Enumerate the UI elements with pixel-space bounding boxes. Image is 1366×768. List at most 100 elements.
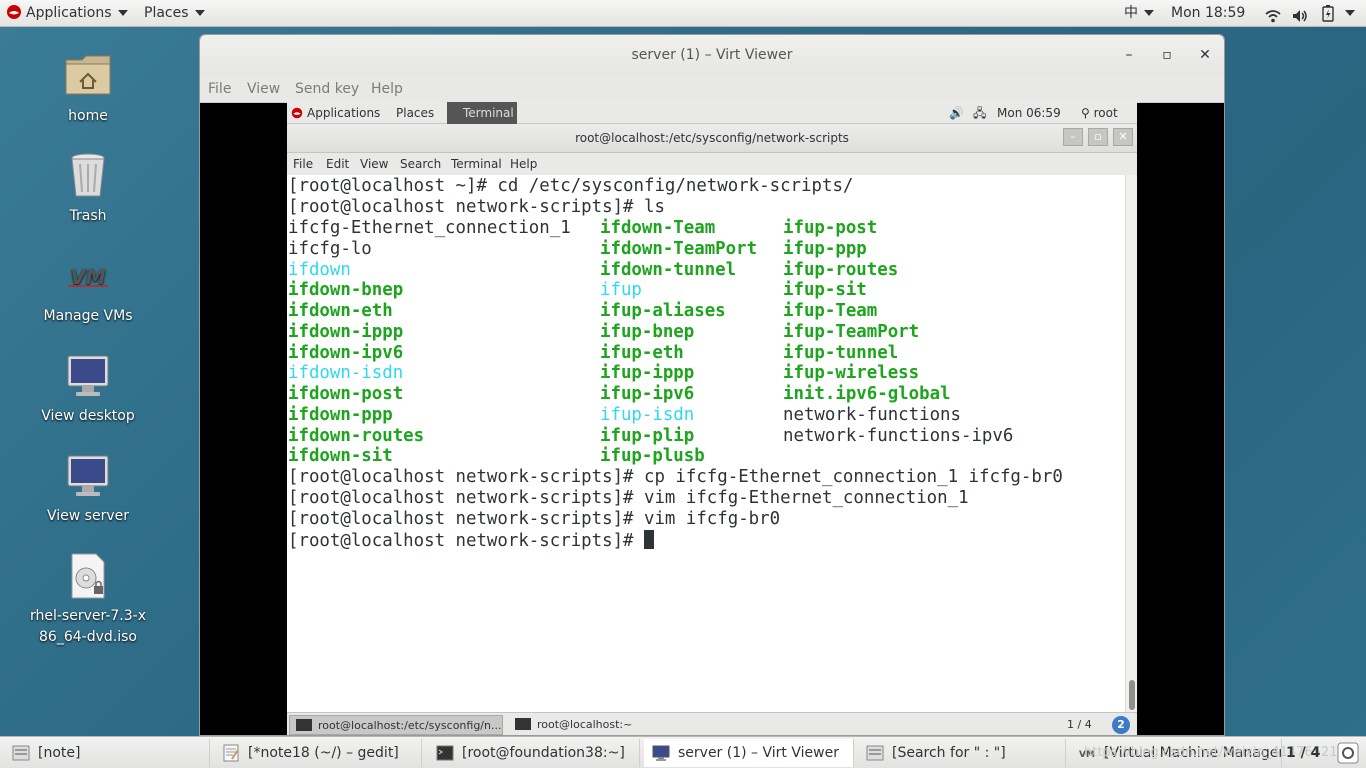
- taskbar-item-virt-viewer[interactable]: server (1) – Virt Viewer: [644, 739, 854, 767]
- terminal-output[interactable]: [root@localhost ~]# cd /etc/sysconfig/ne…: [287, 175, 1125, 712]
- virt-viewer-titlebar[interactable]: server (1) – Virt Viewer – ▫ ✕: [200, 35, 1224, 75]
- trash-icon: [64, 152, 112, 200]
- ls-entry: ifup-ppp: [783, 238, 867, 259]
- ls-entry: ifup-wireless: [783, 363, 920, 384]
- guest-clock[interactable]: Mon 06:59: [997, 102, 1061, 124]
- ls-entry: ifdown-Team: [600, 218, 716, 238]
- monitor-icon: [64, 452, 112, 500]
- places-menu[interactable]: Places: [144, 0, 205, 27]
- redhat-logo-icon: [291, 107, 303, 119]
- desktop-icon-label: Trash: [69, 208, 107, 224]
- guest-task-label: root@localhost:/etc/sysconfig/n...: [318, 719, 502, 732]
- terminal-close-button[interactable]: ✕: [1113, 128, 1133, 146]
- terminal-menu-terminal[interactable]: Terminal: [451, 153, 502, 175]
- minimize-button[interactable]: –: [1118, 44, 1140, 66]
- virt-viewer-window: server (1) – Virt Viewer – ▫ ✕ File View…: [199, 34, 1225, 736]
- ls-entry: ifdown-ppp: [288, 404, 393, 425]
- desktop-icon-view-desktop[interactable]: View desktop: [28, 352, 148, 427]
- menu-send-key[interactable]: Send key: [295, 75, 359, 103]
- guest-task-terminal-2[interactable]: root@localhost:~: [509, 715, 723, 735]
- ls-entry: ifdown: [288, 259, 351, 280]
- ls-entry: init.ipv6-global: [783, 384, 951, 404]
- maximize-button[interactable]: ▫: [1156, 44, 1178, 66]
- guest-volume-icon[interactable]: 🔊: [949, 102, 964, 124]
- home-folder-icon: [64, 52, 112, 100]
- host-clock[interactable]: Mon 18:59: [1171, 0, 1245, 27]
- ls-entry: ifdown-routes: [288, 425, 425, 446]
- input-method-indicator[interactable]: 中: [1124, 0, 1154, 27]
- guest-task-terminal-1[interactable]: root@localhost:/etc/sysconfig/n...: [289, 715, 503, 735]
- taskbar-item-terminal[interactable]: [root@foundation38:~]: [428, 739, 640, 767]
- taskbar-item-note[interactable]: [note]: [4, 739, 210, 767]
- applications-label: Applications: [26, 5, 112, 21]
- notification-icon[interactable]: [1336, 741, 1360, 765]
- taskbar-item-search[interactable]: [Search for " : "]: [858, 739, 1066, 767]
- ls-entry: ifup-isdn: [600, 404, 695, 425]
- guest-workspace-pager[interactable]: 1 / 4: [1067, 715, 1107, 735]
- desktop-icon-label: Manage VMs: [43, 308, 133, 324]
- guest-notification-badge[interactable]: 2: [1112, 716, 1130, 734]
- terminal-scrollbar[interactable]: [1125, 175, 1137, 712]
- terminal-line: [root@localhost network-scripts]# vim if…: [288, 488, 969, 508]
- taskbar-item-label: [root@foundation38:~]: [462, 745, 625, 761]
- scrollbar-thumb[interactable]: [1129, 680, 1135, 710]
- guest-user-label: root: [1093, 106, 1118, 120]
- terminal-line: [root@localhost network-scripts]# ls: [288, 197, 665, 217]
- ls-entry: ifup-aliases: [600, 301, 726, 321]
- window-title: server (1) – Virt Viewer: [631, 47, 793, 63]
- ls-entry: ifup-plusb: [600, 446, 705, 467]
- guest-places-menu[interactable]: Places: [396, 102, 434, 124]
- terminal-menu-edit[interactable]: Edit: [326, 153, 349, 175]
- terminal-menu-file[interactable]: File: [293, 153, 313, 175]
- ls-entry: ifup-ippp: [600, 363, 695, 384]
- terminal-titlebar[interactable]: root@localhost:/etc/sysconfig/network-sc…: [287, 124, 1137, 153]
- text-editor-icon: [222, 744, 240, 762]
- ls-entry: ifup: [600, 280, 642, 301]
- wifi-icon[interactable]: [1265, 6, 1281, 23]
- chevron-down-icon: [1345, 10, 1355, 16]
- guest-terminal-tab[interactable]: Terminal: [447, 102, 517, 124]
- ls-entry: ifup-Team: [783, 301, 878, 321]
- host-workspace-pager[interactable]: 1 / 4: [1286, 739, 1326, 767]
- terminal-menu-search[interactable]: Search: [400, 153, 441, 175]
- taskbar-item-gedit[interactable]: [*note18 (~/) – gedit]: [214, 739, 422, 767]
- host-taskbar: [note] [*note18 (~/) – gedit] [root@foun…: [0, 736, 1366, 768]
- desktop-icon-label: home: [68, 108, 108, 124]
- terminal-menu-help[interactable]: Help: [510, 153, 537, 175]
- guest-taskbar: root@localhost:/etc/sysconfig/n... root@…: [287, 712, 1137, 735]
- chevron-down-icon: [194, 10, 205, 16]
- terminal-minimize-button[interactable]: –: [1063, 128, 1083, 146]
- terminal-icon: [515, 718, 531, 730]
- desktop-icon-home[interactable]: home: [28, 52, 148, 127]
- terminal-maximize-button[interactable]: ▫: [1088, 128, 1108, 146]
- applications-menu[interactable]: Applications: [6, 0, 128, 27]
- ls-entry: ifdown-bnep: [288, 280, 404, 301]
- terminal-menu-view[interactable]: View: [360, 153, 388, 175]
- desktop-icon-trash[interactable]: Trash: [28, 152, 148, 227]
- volume-icon[interactable]: [1292, 6, 1308, 22]
- guest-display[interactable]: Applications Places Terminal 🔊 🖧 Mon 06:…: [287, 102, 1137, 735]
- guest-applications-label: Applications: [307, 106, 381, 120]
- ls-entry: ifup-post: [783, 218, 878, 238]
- desktop-icon-view-server[interactable]: View server: [28, 452, 148, 527]
- guest-user-menu[interactable]: ⚲ root: [1081, 102, 1118, 124]
- ls-entry: ifdown-ipv6: [288, 342, 404, 363]
- terminal-line: [root@localhost ~]# cd /etc/sysconfig/ne…: [288, 176, 854, 196]
- menu-view[interactable]: View: [247, 75, 280, 103]
- ls-entry: ifup-TeamPort: [783, 321, 920, 342]
- menu-file[interactable]: File: [208, 75, 231, 103]
- desktop-icon-manage-vms[interactable]: VM Manage VMs: [28, 252, 148, 327]
- guest-network-icon[interactable]: 🖧: [973, 102, 986, 124]
- chevron-down-icon: [1144, 10, 1154, 16]
- battery-icon[interactable]: [1322, 5, 1334, 23]
- menu-help[interactable]: Help: [371, 75, 403, 103]
- close-button[interactable]: ✕: [1194, 44, 1216, 66]
- desktop-icon-label: View server: [47, 508, 129, 524]
- ls-entry: ifup-tunnel: [783, 342, 899, 363]
- guest-applications-menu[interactable]: Applications: [291, 102, 380, 124]
- system-menu-chevron[interactable]: [1345, 0, 1355, 27]
- desktop-icon-iso[interactable]: rhel-server-7.3-x86_64-dvd.iso: [28, 552, 148, 648]
- ls-entry: ifup-bnep: [600, 321, 695, 342]
- files-icon: [12, 744, 30, 762]
- ls-entry: network-functions: [783, 404, 961, 425]
